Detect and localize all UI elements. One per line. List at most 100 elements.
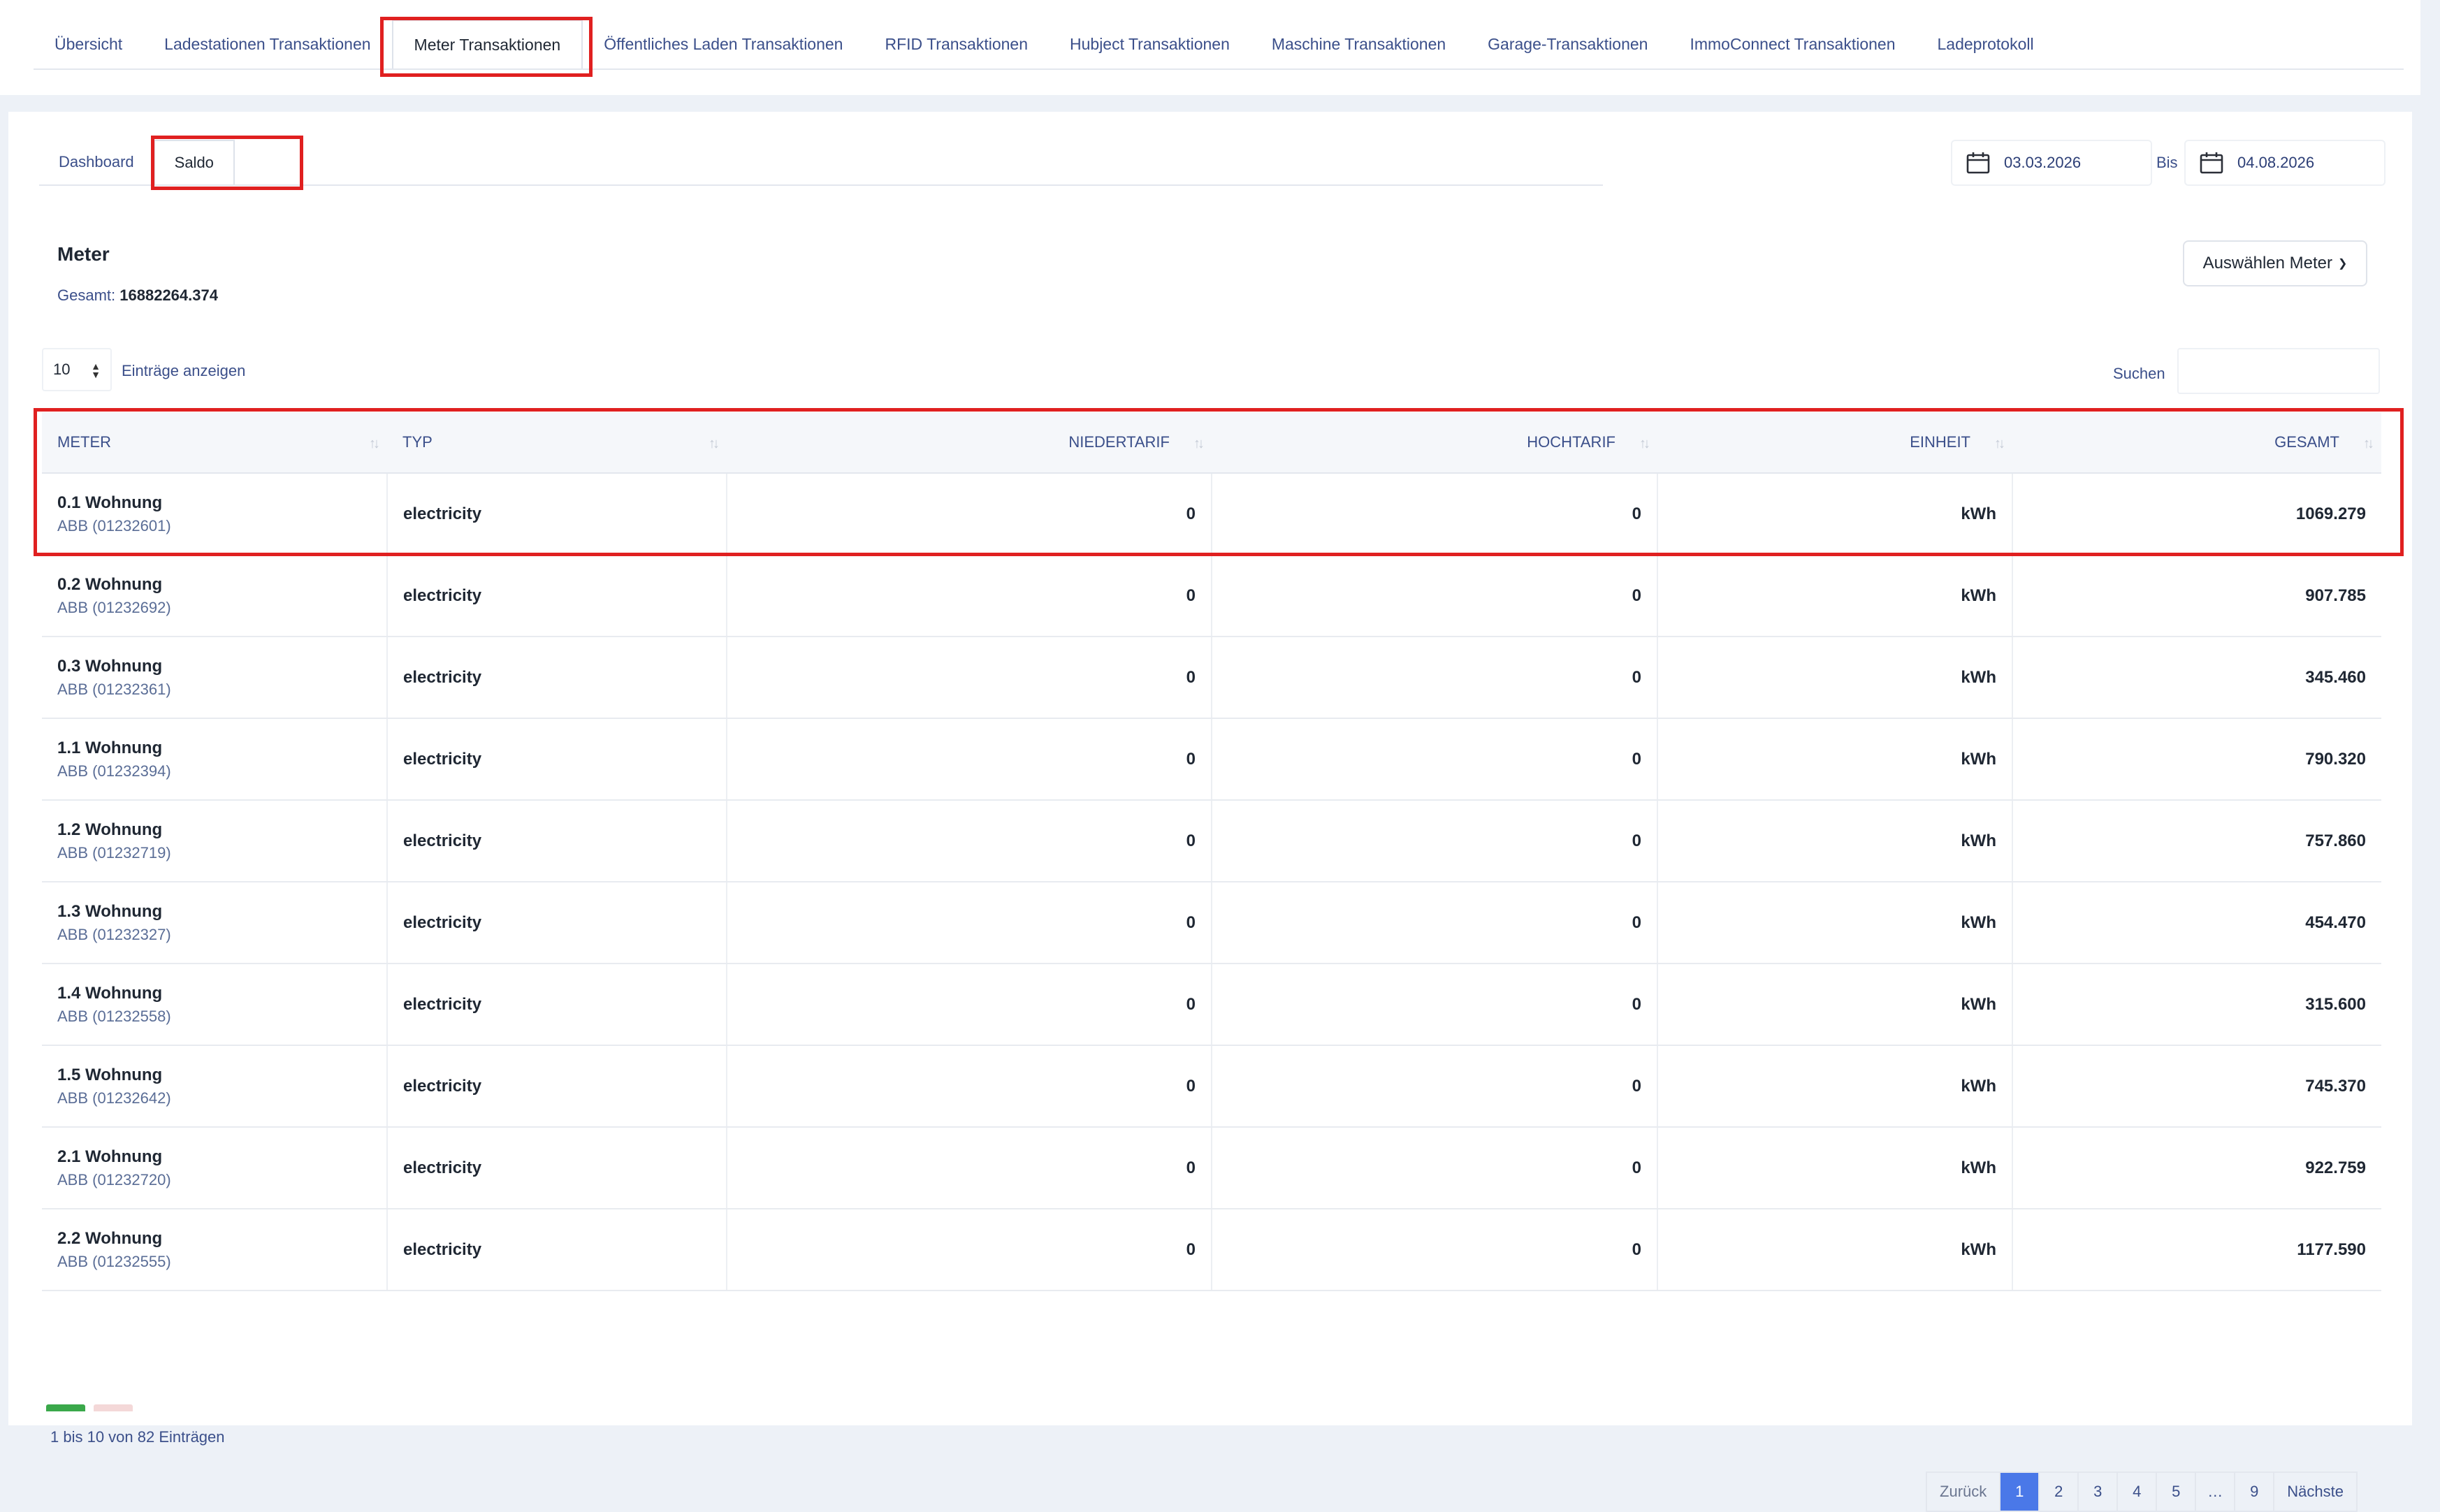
cell-hochtarif: 0 xyxy=(1212,718,1658,801)
cell-hochtarif: 0 xyxy=(1212,964,1658,1046)
tab-dashboard[interactable]: Dashboard xyxy=(39,140,154,184)
cell-niedertarif: 0 xyxy=(727,718,1212,801)
calendar-icon xyxy=(2200,152,2223,174)
meter-name: 1.4 Wohnung xyxy=(57,983,163,1003)
cell-hochtarif: 0 xyxy=(1212,800,1658,882)
pagination-next[interactable]: Nächste xyxy=(2274,1473,2356,1511)
pagination-page-2[interactable]: 2 xyxy=(2040,1473,2079,1511)
cell-einheit: kWh xyxy=(1657,555,2013,637)
date-from-value: 03.03.2026 xyxy=(2004,154,2082,171)
cell-einheit: kWh xyxy=(1657,718,2013,801)
meter-name: 1.5 Wohnung xyxy=(57,1065,163,1084)
date-separator: Bis xyxy=(2156,154,2178,171)
table-row: 1.4 Wohnung ABB (01232558) electricity 0 0 kW… xyxy=(42,964,2381,1046)
cell-meter: 0.2 Wohnung ABB (01232692) xyxy=(42,555,388,637)
pagination-previous[interactable]: Zurück xyxy=(1927,1473,2001,1511)
tab-immoconnect-transaktionen[interactable]: ImmoConnect Transaktionen xyxy=(1669,20,1916,68)
cell-niedertarif: 0 xyxy=(727,1127,1212,1209)
meter-device: ABB (01232719) xyxy=(57,843,171,862)
cell-meter: 1.3 Wohnung ABB (01232327) xyxy=(42,882,388,964)
table-row: 2.1 Wohnung ABB (01232720) electricity 0 0 kW… xyxy=(42,1127,2381,1209)
date-to-field[interactable]: 04.08.2026 xyxy=(2184,140,2385,186)
meter-device: ABB (01232361) xyxy=(57,680,171,698)
cell-meter: 2.2 Wohnung ABB (01232555) xyxy=(42,1209,388,1291)
meter-device: ABB (01232555) xyxy=(57,1252,171,1270)
tab-rfid-transaktionen[interactable]: RFID Transaktionen xyxy=(864,20,1049,68)
main-card: Dashboard Saldo 03.03.2026 Bis 04.08.202… xyxy=(8,112,2412,1512)
date-from-field[interactable]: 03.03.2026 xyxy=(1951,140,2152,186)
cell-niedertarif: 0 xyxy=(727,1045,1212,1128)
cell-einheit: kWh xyxy=(1657,800,2013,882)
highlight-box-top-tab xyxy=(380,17,593,77)
pagination-page-9[interactable]: 9 xyxy=(2235,1473,2275,1511)
calendar-icon xyxy=(1966,152,1990,174)
cell-typ: electricity xyxy=(387,800,727,882)
select-meter-button[interactable]: Auswählen Meter ❯ xyxy=(2183,240,2367,286)
select-meter-label: Auswählen Meter xyxy=(2202,254,2333,272)
cell-typ: electricity xyxy=(387,718,727,801)
table-row: 1.3 Wohnung ABB (01232327) electricity 0 0 kW… xyxy=(42,882,2381,964)
cell-typ: electricity xyxy=(387,1209,727,1291)
pink-icon xyxy=(94,1404,133,1411)
cell-typ: electricity xyxy=(387,555,727,637)
tab-uebersicht[interactable]: Übersicht xyxy=(34,20,143,68)
section-title: Meter xyxy=(57,243,110,265)
page-length-select[interactable]: 10 ▲ ▼ xyxy=(42,348,112,391)
table-body: 0.1 Wohnung ABB (01232601) electricity 0 0 kW… xyxy=(42,473,2381,1291)
cell-hochtarif: 0 xyxy=(1212,1127,1658,1209)
green-icon xyxy=(46,1404,85,1411)
table-row: 2.2 Wohnung ABB (01232555) electricity 0 0 kW… xyxy=(42,1209,2381,1291)
meter-device: ABB (01232720) xyxy=(57,1170,171,1188)
highlight-box-first-row xyxy=(34,408,2404,556)
meter-name: 1.3 Wohnung xyxy=(57,901,163,921)
meter-device: ABB (01232692) xyxy=(57,598,171,616)
meter-name: 0.2 Wohnung xyxy=(57,574,163,594)
pagination-page-1[interactable]: 1 xyxy=(2000,1473,2040,1511)
page-length-label: Einträge anzeigen xyxy=(122,362,246,379)
table-row: 0.3 Wohnung ABB (01232361) electricity 0 0 kW… xyxy=(42,637,2381,719)
cell-typ: electricity xyxy=(387,1127,727,1209)
cell-hochtarif: 0 xyxy=(1212,1045,1658,1128)
total-label: Gesamt: xyxy=(57,286,116,304)
table-row: 1.2 Wohnung ABB (01232719) electricity 0 0 kW… xyxy=(42,800,2381,882)
sort-arrows-icon: ▲ ▼ xyxy=(91,361,101,380)
pagination-page-4[interactable]: 4 xyxy=(2118,1473,2158,1511)
table-row: 1.1 Wohnung ABB (01232394) electricity 0 0 kW… xyxy=(42,718,2381,801)
tab-garage-transaktionen[interactable]: Garage-Transaktionen xyxy=(1467,20,1669,68)
cell-gesamt: 922.759 xyxy=(2012,1127,2381,1209)
tab-ladeprotokoll[interactable]: Ladeprotokoll xyxy=(1917,20,2055,68)
page-length-value: 10 xyxy=(53,361,71,378)
cell-hochtarif: 0 xyxy=(1212,1209,1658,1291)
cell-gesamt: 907.785 xyxy=(2012,555,2381,637)
meter-name: 2.2 Wohnung xyxy=(57,1228,163,1248)
tab-maschine-transaktionen[interactable]: Maschine Transaktionen xyxy=(1251,20,1467,68)
cell-meter: 2.1 Wohnung ABB (01232720) xyxy=(42,1127,388,1209)
meter-name: 1.2 Wohnung xyxy=(57,820,163,839)
cell-niedertarif: 0 xyxy=(727,882,1212,964)
cell-niedertarif: 0 xyxy=(727,964,1212,1046)
cell-niedertarif: 0 xyxy=(727,800,1212,882)
tab-oeffentliches-laden[interactable]: Öffentliches Laden Transaktionen xyxy=(583,20,864,68)
cell-hochtarif: 0 xyxy=(1212,637,1658,719)
cell-niedertarif: 0 xyxy=(727,637,1212,719)
table-row: 1.5 Wohnung ABB (01232642) electricity 0 0 kW… xyxy=(42,1045,2381,1128)
tab-ladestationen-transaktionen[interactable]: Ladestationen Transaktionen xyxy=(143,20,391,68)
total-value: 16882264.374 xyxy=(119,286,218,304)
pagination-ellipsis: … xyxy=(2196,1473,2236,1511)
cell-gesamt: 454.470 xyxy=(2012,882,2381,964)
cell-hochtarif: 0 xyxy=(1212,882,1658,964)
cell-gesamt: 315.600 xyxy=(2012,964,2381,1046)
tab-hubject-transaktionen[interactable]: Hubject Transaktionen xyxy=(1049,20,1251,68)
cell-einheit: kWh xyxy=(1657,1127,2013,1209)
cell-niedertarif: 0 xyxy=(727,1209,1212,1291)
cell-meter: 0.3 Wohnung ABB (01232361) xyxy=(42,637,388,719)
pagination-page-3[interactable]: 3 xyxy=(2079,1473,2119,1511)
chevron-down-icon: ❯ xyxy=(2338,258,2348,270)
cell-typ: electricity xyxy=(387,637,727,719)
pagination-page-5[interactable]: 5 xyxy=(2157,1473,2197,1511)
meter-name: 0.3 Wohnung xyxy=(57,656,163,676)
table-info: 1 bis 10 von 82 Einträgen xyxy=(50,1428,225,1446)
search-label: Suchen xyxy=(2113,365,2165,382)
search-input[interactable] xyxy=(2177,348,2380,394)
cell-meter: 1.5 Wohnung ABB (01232642) xyxy=(42,1045,388,1128)
